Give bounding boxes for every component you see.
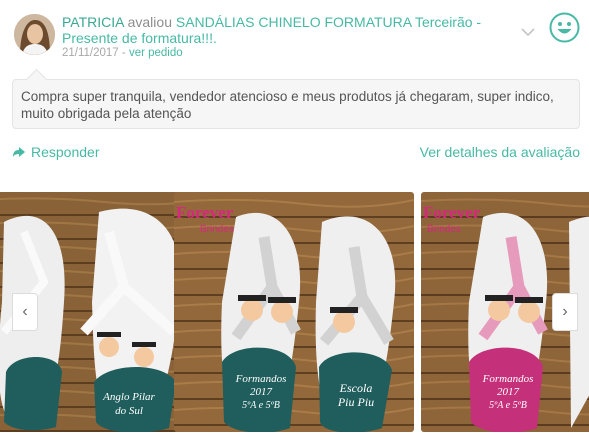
review-verb: avaliou xyxy=(123,14,176,30)
slide2-sole-text-2: 2017 xyxy=(250,386,273,398)
reviewer-name[interactable]: PATRICIA xyxy=(62,14,124,30)
smiley-icon[interactable] xyxy=(549,12,580,43)
carousel-next-button[interactable]: › xyxy=(552,293,578,331)
slide3-sole-text-2: 2017 xyxy=(497,386,520,398)
review-date: 21/11/2017 xyxy=(62,47,119,59)
carousel-prev-button[interactable]: ‹ xyxy=(12,293,38,331)
order-link[interactable]: ver pedido xyxy=(129,47,183,59)
slide2-brand-2: Brindes xyxy=(200,224,234,235)
slide3-brand-2: Brindes xyxy=(427,224,461,235)
slide3-sole-text-3: 5ºA e 5ºB xyxy=(489,400,527,411)
slide2-sole-text-4: Escola xyxy=(339,381,373,395)
avatar xyxy=(14,14,55,55)
photo-carousel: Anglo Pilar do Sul Forever Brindes Forma… xyxy=(0,192,589,432)
slide2-sole-text-1: Formandos xyxy=(235,373,287,385)
review-comment: Compra super tranquila, vendedor atencio… xyxy=(12,79,580,129)
reply-label: Responder xyxy=(31,144,100,160)
slide3-brand-1: Forever xyxy=(423,203,481,222)
slide3-sole-text-1: Formandos xyxy=(482,373,534,385)
chevron-down-icon[interactable] xyxy=(521,24,535,37)
review-comment-text: Compra super tranquila, vendedor atencio… xyxy=(21,89,554,121)
slide2-brand-1: Forever xyxy=(176,203,234,222)
reply-button[interactable]: Responder xyxy=(12,144,100,160)
slide2-sole-text-5: Piu Piu xyxy=(337,395,374,409)
product-photo-2[interactable]: Forever Brindes Formandos 2017 5ºA e 5ºB… xyxy=(174,192,414,432)
slide1-sole-text-1: Anglo Pilar xyxy=(102,391,155,403)
meta-separator: - xyxy=(118,47,129,59)
review-details-link[interactable]: Ver detalhes da avaliação xyxy=(420,144,580,160)
review-header: PATRICIA avaliou SANDÁLIAS CHINELO FORMA… xyxy=(62,14,502,46)
slide2-sole-text-3: 5ºA e 5ºB xyxy=(242,400,280,411)
slide1-sole-text-2: do Sul xyxy=(115,405,143,417)
review-meta: 21/11/2017 - ver pedido xyxy=(62,47,183,59)
reply-arrow-icon xyxy=(13,147,25,157)
